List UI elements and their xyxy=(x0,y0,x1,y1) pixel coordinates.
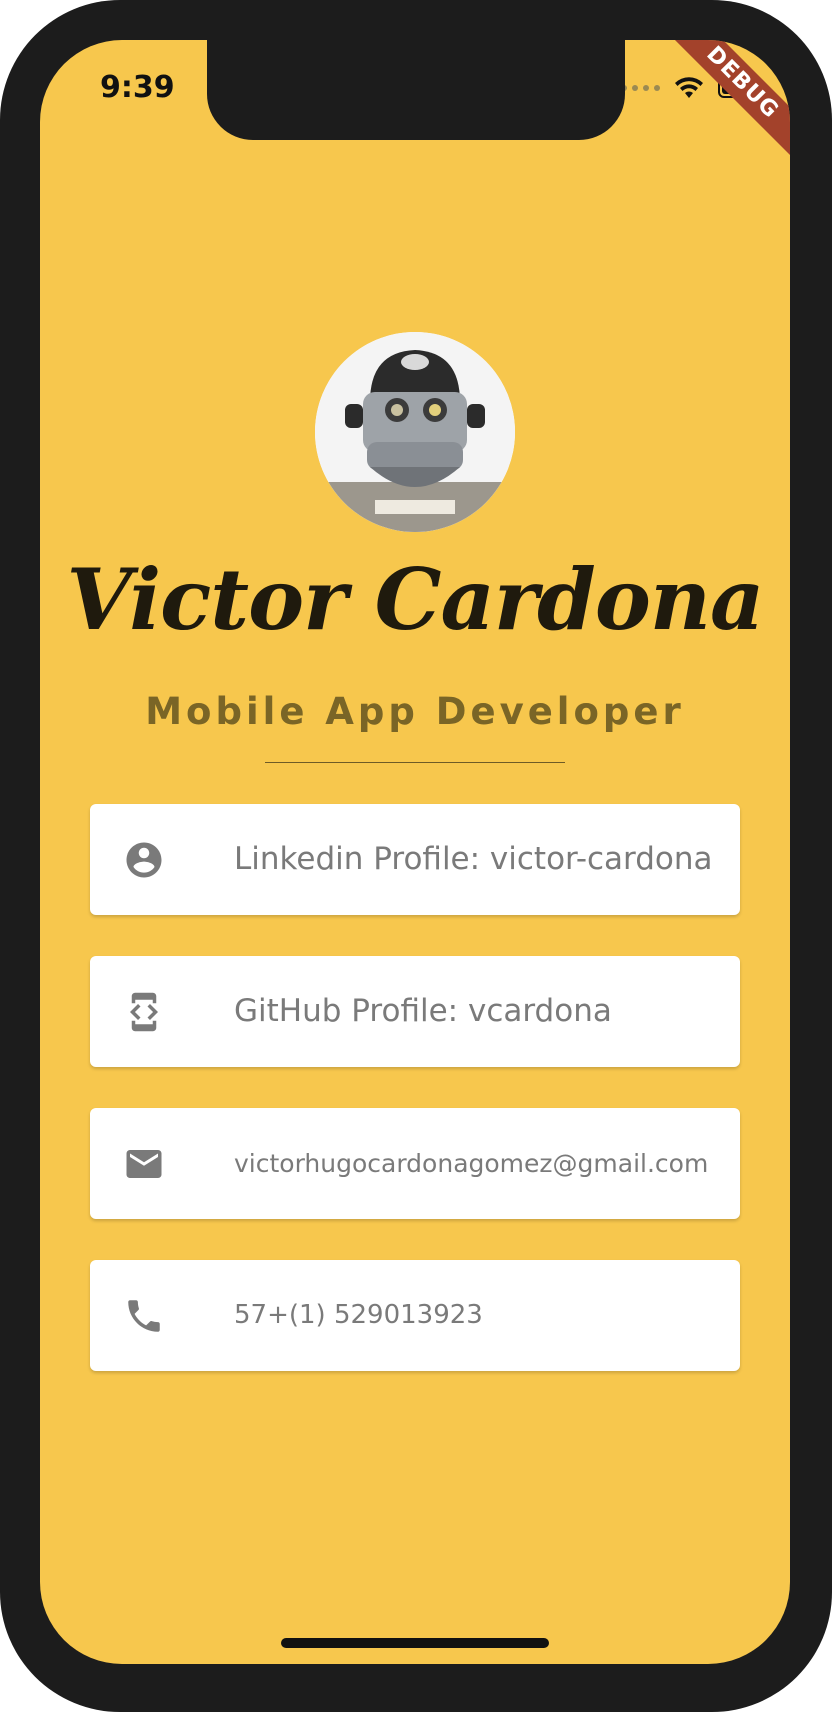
developer-mode-icon xyxy=(130,992,158,1032)
contact-label: Linkedin Profile: victor-cardona xyxy=(234,841,713,877)
profile-title: Mobile App Developer xyxy=(145,690,685,733)
app-screen: 9:39 DEBUG Victor Cardona Mobile App Dev… xyxy=(40,40,790,1664)
signal-icon xyxy=(621,85,660,91)
contact-label: victorhugocardonagomez@gmail.com xyxy=(234,1149,709,1178)
device-notch xyxy=(207,40,625,140)
phone-icon xyxy=(128,1300,160,1332)
contact-card-phone[interactable]: 57+(1) 529013923 xyxy=(90,1260,740,1371)
phone-frame: 9:39 DEBUG Victor Cardona Mobile App Dev… xyxy=(0,0,832,1712)
wifi-icon xyxy=(674,76,704,100)
contact-label: GitHub Profile: vcardona xyxy=(234,993,612,1029)
account-circle-icon xyxy=(126,842,162,878)
contact-card-email[interactable]: victorhugocardonagomez@gmail.com xyxy=(90,1108,740,1219)
avatar xyxy=(315,332,515,532)
profile-name: Victor Cardona xyxy=(66,550,765,649)
email-icon xyxy=(126,1150,162,1178)
divider xyxy=(265,762,565,763)
contact-card-linkedin[interactable]: Linkedin Profile: victor-cardona xyxy=(90,804,740,915)
status-time: 9:39 xyxy=(100,70,175,105)
contact-card-github[interactable]: GitHub Profile: vcardona xyxy=(90,956,740,1067)
home-indicator[interactable] xyxy=(281,1638,549,1648)
contact-label: 57+(1) 529013923 xyxy=(234,1300,483,1330)
